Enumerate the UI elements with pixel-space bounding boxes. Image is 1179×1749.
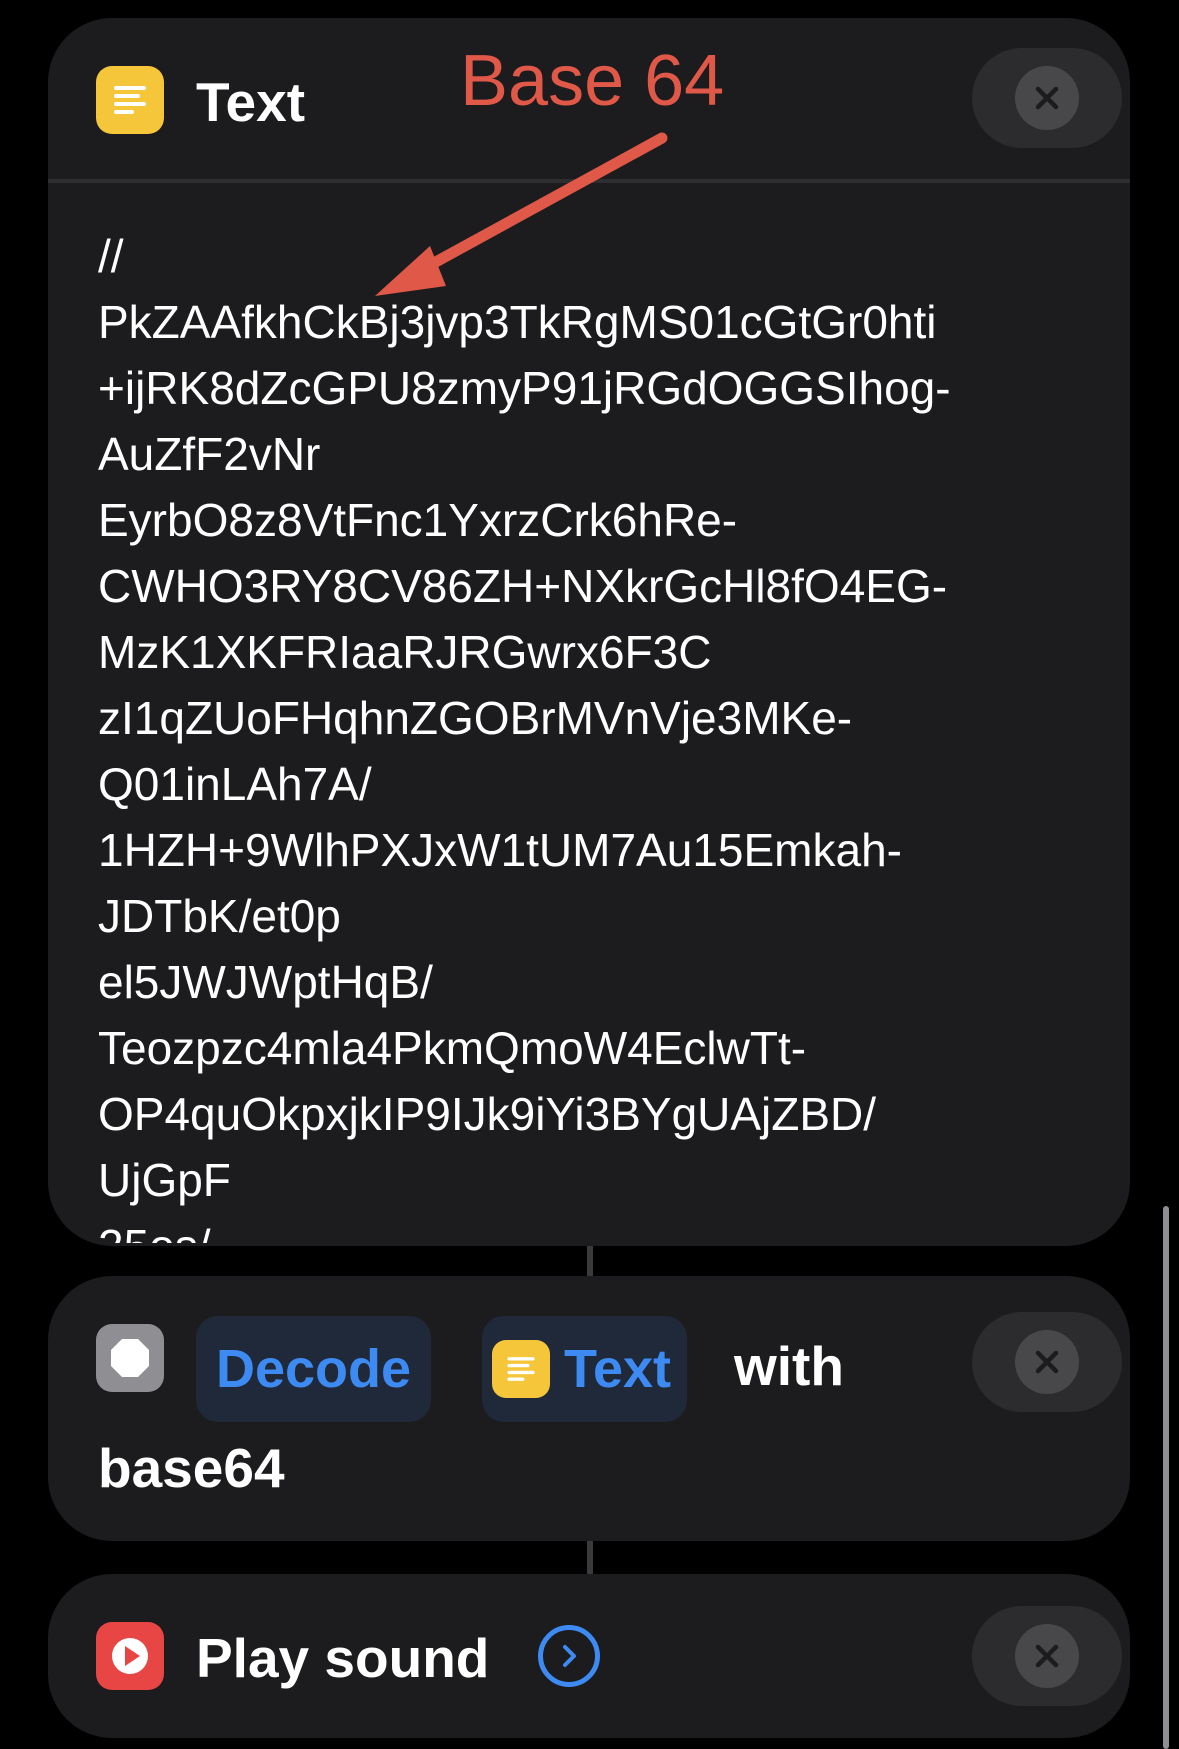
stop-icon [96,1324,164,1392]
text-variable-label: Text [564,1339,672,1399]
text-content-line: Q01inLAh7A/ [98,758,372,810]
text-variable-token[interactable]: Text [482,1316,688,1422]
remove-decode-action-button[interactable] [972,1312,1122,1412]
play-sound-title: Play sound [196,1627,490,1689]
play-sound-action-card[interactable]: Play sound [48,1574,1130,1738]
decode-verb-label: Decode [216,1339,412,1399]
scrollbar[interactable] [1163,1206,1169,1749]
decode-action-card[interactable]: Decode Text with base64 [48,1276,1130,1541]
annotation-arrow-icon [375,132,668,296]
chevron-right-circle-icon[interactable] [538,1625,600,1687]
text-content-line: MzK1XKFRIaaRJRGwrx6F3C [98,626,712,678]
close-icon [1015,1330,1079,1394]
text-content-line: el5JWJWptHqB/ [98,956,433,1008]
text-content-line: 25os/ [98,1213,1108,1243]
play-icon [96,1622,164,1690]
text-content-line: zI1qZUoFHqhnZGOBrMVnVje3MKe- [98,692,853,744]
text-content-line: AuZfF2vNr [98,428,321,480]
text-content-line: 1HZH+9WlhPXJxW1tUM7Au15Emkah- [98,824,902,876]
flow-connector [587,1541,593,1574]
text-content-line: CWHO3RY8CV86ZH+NXkrGcHl8fO4EG- [98,560,948,612]
flow-connector [587,1246,593,1276]
decode-verb-button[interactable]: Decode [196,1316,432,1422]
text-content-line: EyrbO8z8VtFnc1YxrzCrk6hRe- [98,494,738,546]
close-icon [1015,1624,1079,1688]
remove-play-sound-button[interactable] [972,1606,1122,1706]
text-content-line: OP4quOkpxjkIP9IJk9iYi3BYgUAjZBD/ [98,1088,877,1140]
text-content-line: Teozpzc4mla4PkmQmoW4EclwTt- [98,1022,807,1074]
text-content-line: UjGpF [98,1154,231,1206]
encoding-parameter[interactable]: base64 [98,1436,285,1500]
text-lines-icon [492,1340,550,1398]
decode-connector-word: with [734,1335,844,1397]
text-content-line: JDTbK/et0p [98,890,341,942]
